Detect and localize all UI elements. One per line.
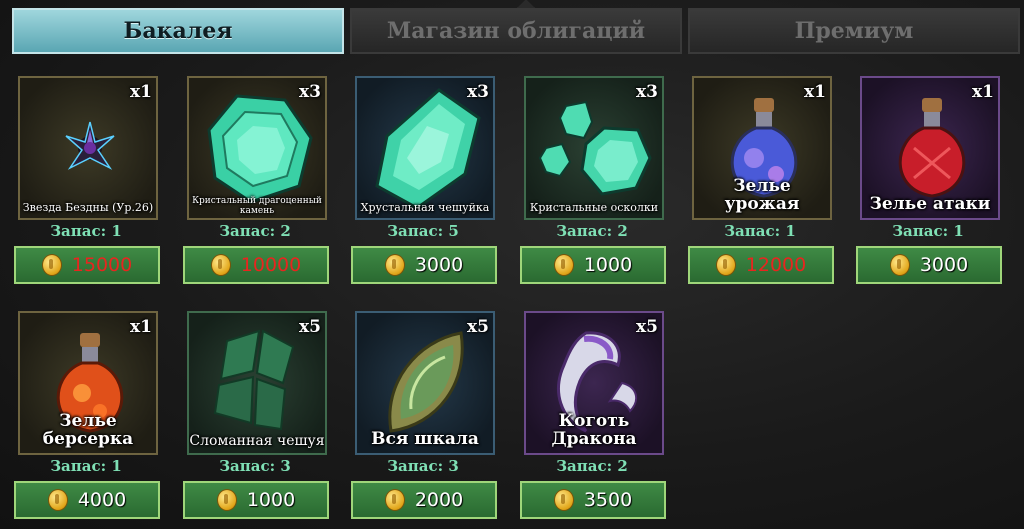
item-quantity: x1	[804, 82, 826, 102]
item-name: Кристальный драгоценный камень	[192, 196, 322, 216]
item-stock: Запас: 1	[724, 222, 796, 240]
tab-bond-shop[interactable]: Магазин облигаций	[350, 8, 682, 54]
item-price: 1000	[246, 489, 296, 511]
gold-coin-icon	[553, 489, 574, 511]
item-price: 3000	[414, 254, 464, 276]
item-name: Хрустальная чешуйка	[360, 201, 490, 215]
shop-tabs: Бакалея Магазин облигаций Премиум	[12, 0, 1020, 56]
item-frame: x1 Зелье берсерка	[18, 311, 158, 455]
gold-coin-icon	[384, 254, 405, 276]
buy-button[interactable]: 12000	[688, 246, 834, 284]
shop-item-abyss-star[interactable]: x1 Звезда Бездны (Ур.26) Запас: 1 15000	[14, 76, 160, 290]
tab-grocery[interactable]: Бакалея	[12, 8, 344, 54]
item-frame: x3 Кристальные осколки	[524, 76, 664, 220]
buy-button[interactable]: 4000	[14, 481, 160, 519]
item-quantity: x1	[130, 317, 152, 337]
item-quantity: x3	[467, 82, 489, 102]
buy-button[interactable]: 1000	[520, 246, 666, 284]
item-quantity: x5	[636, 317, 658, 337]
shop-item-crystal-shards[interactable]: x3 Кристальные осколки Запас: 2 1000	[520, 76, 666, 290]
item-name: Кристальные осколки	[529, 201, 659, 215]
item-price: 12000	[745, 254, 807, 276]
item-stock: Запас: 1	[50, 222, 122, 240]
item-quantity: x1	[972, 82, 994, 102]
item-price: 2000	[414, 489, 464, 511]
item-frame: x1 Зелье атаки	[860, 76, 1000, 220]
item-stock: Запас: 5	[387, 222, 459, 240]
gold-coin-icon	[889, 254, 910, 276]
item-frame: x1 Звезда Бездны (Ур.26)	[18, 76, 158, 220]
item-price: 15000	[71, 254, 133, 276]
item-frame: x3 Кристальный драгоценный камень	[187, 76, 327, 220]
item-name: Коготь Дракона	[551, 411, 637, 450]
tab-premium[interactable]: Премиум	[688, 8, 1020, 54]
item-price: 1000	[583, 254, 633, 276]
item-price: 3500	[583, 489, 633, 511]
buy-button[interactable]: 1000	[183, 481, 329, 519]
item-stock: Запас: 1	[892, 222, 964, 240]
item-frame: x1 Зелье урожая	[692, 76, 832, 220]
gold-coin-icon	[47, 489, 68, 511]
item-name: Зелье берсерка	[42, 411, 134, 450]
buy-button[interactable]: 3500	[520, 481, 666, 519]
gold-coin-icon	[216, 489, 237, 511]
buy-button[interactable]: 3000	[856, 246, 1002, 284]
item-stock: Запас: 1	[50, 457, 122, 475]
item-quantity: x5	[467, 317, 489, 337]
shop-item-berserk-potion[interactable]: x1 Зелье берсерка Запас: 1 4000	[14, 311, 160, 525]
item-quantity: x1	[130, 82, 152, 102]
item-stock: Запас: 3	[219, 457, 291, 475]
buy-button[interactable]: 2000	[351, 481, 497, 519]
item-stock: Запас: 2	[556, 457, 628, 475]
gold-coin-icon	[41, 254, 62, 276]
buy-button[interactable]: 3000	[351, 246, 497, 284]
item-quantity: x3	[299, 82, 321, 102]
item-price: 4000	[77, 489, 127, 511]
item-stock: Запас: 2	[219, 222, 291, 240]
item-price: 10000	[240, 254, 302, 276]
item-frame: x3 Хрустальная чешуйка	[355, 76, 495, 220]
gold-coin-icon	[553, 254, 574, 276]
gold-coin-icon	[210, 254, 231, 276]
shop-item-crystal-scale[interactable]: x3 Хрустальная чешуйка Запас: 5 3000	[351, 76, 497, 290]
shop-item-dragon-claw[interactable]: x5 Коготь Дракона Запас: 2 3500	[520, 311, 666, 525]
buy-button[interactable]: 10000	[183, 246, 329, 284]
shop-item-attack-potion[interactable]: x1 Зелье атаки Запас: 1 3000	[856, 76, 1002, 290]
item-frame: x5 Сломанная чешуя	[187, 311, 327, 455]
item-name: Вся шкала	[371, 429, 479, 450]
shop-item-crystal-gem[interactable]: x3 Кристальный драгоценный камень Запас:…	[183, 76, 329, 290]
item-price: 3000	[919, 254, 969, 276]
item-name: Зелье урожая	[724, 176, 800, 215]
item-quantity: x3	[636, 82, 658, 102]
shop-item-whole-scale[interactable]: x5 Вся шкала Запас: 3 2000	[351, 311, 497, 525]
item-name: Звезда Бездны (Ур.26)	[22, 201, 154, 215]
shop-item-harvest-potion[interactable]: x1 Зелье урожая Запас: 1 12000	[688, 76, 834, 290]
shop-item-broken-scale[interactable]: x5 Сломанная чешуя Запас: 3 1000	[183, 311, 329, 525]
item-stock: Запас: 3	[387, 457, 459, 475]
gold-coin-icon	[715, 254, 736, 276]
item-name: Сломанная чешуя	[189, 433, 325, 450]
item-frame: x5 Вся шкала	[355, 311, 495, 455]
gold-coin-icon	[384, 489, 405, 511]
item-stock: Запас: 2	[556, 222, 628, 240]
item-name: Зелье атаки	[869, 194, 991, 215]
item-quantity: x5	[299, 317, 321, 337]
item-frame: x5 Коготь Дракона	[524, 311, 664, 455]
buy-button[interactable]: 15000	[14, 246, 160, 284]
